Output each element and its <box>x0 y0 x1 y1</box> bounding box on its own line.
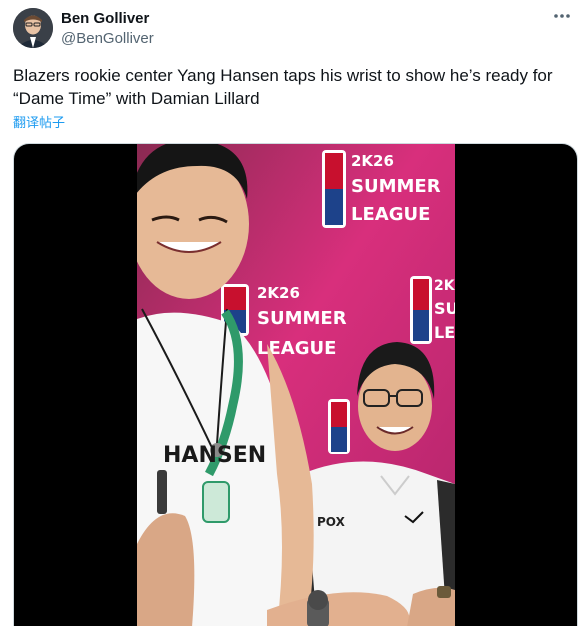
logo-summer-text: SUMMER <box>257 308 347 329</box>
translate-post-link[interactable]: 翻译帖子 <box>13 112 65 131</box>
more-dots-icon <box>554 14 570 18</box>
logo-2k26-text: 2K26 <box>351 152 394 170</box>
tweet-text: Blazers rookie center Yang Hansen taps h… <box>13 66 553 108</box>
logo-2k26-text: 2K26 <box>257 284 300 302</box>
logo-league-text: LEAGUE <box>351 204 430 225</box>
polo-text: POX <box>317 515 346 529</box>
logo-2k26-text: 2K26 <box>434 278 455 294</box>
shirt-text: HANSEN <box>163 443 266 468</box>
author-name[interactable]: Ben Golliver <box>61 10 149 27</box>
more-options-button[interactable] <box>549 6 575 26</box>
logo-summer-text: SUMMER <box>351 176 441 197</box>
summer-league-logo <box>328 399 350 454</box>
video-player[interactable]: 2K26 SUMMER LEAGUE 2K26 SUMMER LEAGUE 2K… <box>13 143 578 626</box>
author-handle[interactable]: @BenGolliver <box>61 30 154 47</box>
video-frame[interactable]: 2K26 SUMMER LEAGUE 2K26 SUMMER LEAGUE 2K… <box>137 144 455 626</box>
video-still: 2K26 SUMMER LEAGUE 2K26 SUMMER LEAGUE 2K… <box>137 144 455 626</box>
logo-summer-text: SUMMER <box>434 299 455 318</box>
author-avatar[interactable] <box>13 8 53 48</box>
avatar-image <box>13 8 53 48</box>
logo-league-text: LEAGUE <box>434 323 455 342</box>
